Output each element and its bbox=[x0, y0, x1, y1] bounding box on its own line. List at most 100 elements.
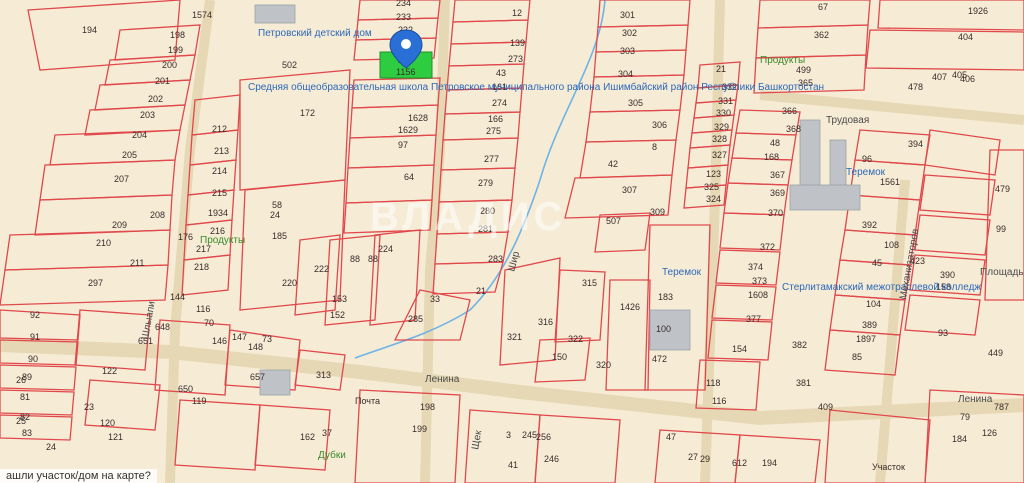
parcel-number: 152 bbox=[330, 310, 345, 320]
parcel-number: 373 bbox=[752, 276, 767, 286]
parcel-number: 328 bbox=[712, 134, 727, 144]
parcel-number: 24 bbox=[270, 210, 280, 220]
parcel-number: 139 bbox=[510, 38, 525, 48]
parcel-number: 144 bbox=[170, 292, 185, 302]
parcel-number: 234 bbox=[396, 0, 411, 8]
parcel-number: 220 bbox=[282, 278, 297, 288]
parcel-number: 90 bbox=[28, 354, 38, 364]
parcel-number: 198 bbox=[170, 30, 185, 40]
parcel-number: 121 bbox=[108, 432, 123, 442]
parcel-number: 390 bbox=[940, 270, 955, 280]
parcel-number: 12 bbox=[512, 8, 522, 18]
parcel-number: 1926 bbox=[968, 6, 988, 16]
parcel-number: 316 bbox=[538, 317, 553, 327]
parcel-number: 8 bbox=[652, 142, 657, 152]
parcel-number: 1574 bbox=[192, 10, 212, 20]
parcel-number: 116 bbox=[712, 396, 726, 406]
parcel-number: 27 bbox=[688, 452, 698, 462]
parcel-number: 256 bbox=[536, 432, 551, 442]
parcel-number: 382 bbox=[792, 340, 807, 350]
parcel-number: 372 bbox=[760, 242, 775, 252]
parcel-number: 285 bbox=[408, 314, 423, 324]
parcel-number: 507 bbox=[606, 216, 621, 226]
parcel-number: 70 bbox=[204, 318, 214, 328]
bottom-banner[interactable]: ашли участок/дом на карте? bbox=[0, 469, 157, 483]
parcel-number: 369 bbox=[770, 188, 785, 198]
poi-shop2[interactable]: Продукты bbox=[200, 235, 245, 246]
parcel-number: 91 bbox=[30, 332, 40, 342]
parcel-number: 215 bbox=[212, 188, 227, 198]
parcel-number: 331 bbox=[718, 96, 733, 106]
poi-teremok2[interactable]: Теремок bbox=[662, 267, 702, 278]
parcel-number: 362 bbox=[814, 30, 829, 40]
parcel-number: 218 bbox=[194, 262, 209, 272]
parcel-number: 88 bbox=[350, 254, 360, 264]
parcel-number: 1897 bbox=[856, 334, 876, 344]
parcel-number: 45 bbox=[872, 258, 882, 268]
parcel-number: 322 bbox=[568, 334, 583, 344]
parcel-number: 404 bbox=[958, 32, 973, 42]
parcel-number: 377 bbox=[746, 314, 761, 324]
poi-school[interactable]: Средняя общеобразовательная школа Петров… bbox=[248, 81, 824, 93]
parcel-number: 176 bbox=[178, 232, 193, 242]
parcel-number: 201 bbox=[155, 76, 170, 86]
parcel-number: 787 bbox=[994, 402, 1009, 412]
parcel-number: 224 bbox=[378, 244, 393, 254]
parcel-number: 120 bbox=[100, 418, 115, 428]
street-lenina-1: Ленина bbox=[425, 374, 460, 385]
parcel-number: 172 bbox=[300, 108, 315, 118]
parcel-number: 166 bbox=[488, 114, 503, 124]
parcel-number: 275 bbox=[486, 126, 501, 136]
cadastral-map[interactable]: 194 1574 198 199 200 201 202 203 204 205 207 208 209… bbox=[0, 0, 1024, 483]
parcel-number: 3 bbox=[506, 430, 511, 440]
parcel-number: 330 bbox=[716, 108, 731, 118]
parcel-number: 122 bbox=[102, 366, 117, 376]
parcel-number: 168 bbox=[764, 152, 779, 162]
parcel-number: 392 bbox=[862, 220, 877, 230]
parcel-number: 472 bbox=[652, 354, 667, 364]
parcel-number: 41 bbox=[508, 460, 518, 470]
parcel-number: 73 bbox=[262, 334, 272, 344]
parcel-number: 212 bbox=[212, 124, 227, 134]
parcel-number: 210 bbox=[96, 238, 111, 248]
poi-post[interactable]: Почта bbox=[355, 396, 380, 406]
parcel-number: 100 bbox=[656, 324, 671, 334]
watermark: ВЛАДИС bbox=[370, 195, 566, 239]
parcel-number: 273 bbox=[508, 54, 523, 64]
parcel-number: 303 bbox=[620, 46, 635, 56]
parcel-number: 612 bbox=[732, 458, 747, 468]
parcel-number: 204 bbox=[132, 130, 147, 140]
parcel-number: 479 bbox=[995, 184, 1010, 194]
poi-kindergarten[interactable]: Петровский детский дом bbox=[258, 28, 372, 39]
parcel-number: 200 bbox=[162, 60, 177, 70]
poi-shop1[interactable]: Продукты bbox=[760, 55, 805, 66]
parcel-number: 209 bbox=[112, 220, 127, 230]
parcel-number: 320 bbox=[596, 360, 611, 370]
parcel-number: 213 bbox=[214, 146, 229, 156]
poi-shop3[interactable]: Дубки bbox=[318, 449, 346, 461]
parcel-number: 146 bbox=[212, 336, 227, 346]
parcel-number: 325 bbox=[704, 182, 719, 192]
parcel-number: 37 bbox=[322, 428, 332, 438]
parcel-number: 64 bbox=[404, 172, 414, 182]
parcel-number: 126 bbox=[982, 428, 997, 438]
parcel-number: 148 bbox=[248, 342, 263, 352]
poi-teremok1[interactable]: Теремок bbox=[846, 167, 886, 178]
parcel-number: 301 bbox=[620, 10, 635, 20]
poi-college[interactable]: Стерлитамакский межотраслевой колледж bbox=[782, 282, 981, 293]
parcel-number: 184 bbox=[952, 434, 967, 444]
parcel-number: 42 bbox=[608, 159, 618, 169]
parcel-number: 24 bbox=[46, 442, 56, 452]
parcel-number: 81 bbox=[20, 392, 30, 402]
poi-sell[interactable]: Участок bbox=[872, 462, 905, 472]
parcel-number: 657 bbox=[250, 372, 265, 382]
parcel-number: 67 bbox=[818, 2, 828, 12]
parcel-number: 119 bbox=[192, 396, 206, 406]
parcel-number: 123 bbox=[706, 169, 721, 179]
parcel-number: 1934 bbox=[208, 208, 228, 218]
parcel-number: 307 bbox=[622, 185, 637, 195]
parcel-number: 79 bbox=[960, 412, 970, 422]
parcel-number: 116 bbox=[196, 304, 210, 314]
parcel-number: 650 bbox=[178, 384, 193, 394]
parcel-number: 321 bbox=[507, 332, 522, 342]
